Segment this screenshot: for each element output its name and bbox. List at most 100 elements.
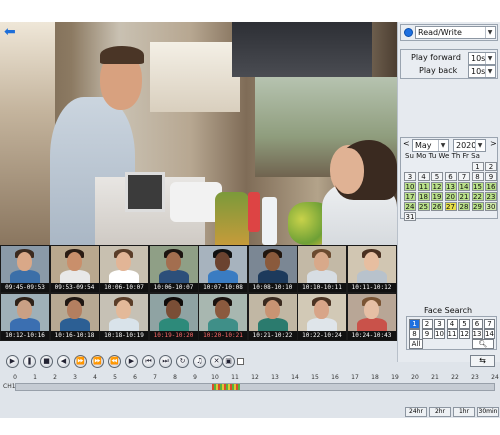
face-thumbnail[interactable]: 10:06-10:07: [149, 246, 198, 292]
calendar-day[interactable]: 12: [431, 182, 443, 191]
play-back-dropdown[interactable]: 10s ▼: [468, 65, 496, 78]
calendar-day[interactable]: 13: [444, 182, 457, 191]
sync-icon[interactable]: ↻: [176, 355, 189, 368]
timeline-range-button[interactable]: 1hr: [453, 407, 475, 417]
mode-dropdown[interactable]: Read/Write ▼: [415, 26, 496, 39]
face-search-number-button[interactable]: 3: [434, 319, 445, 329]
magnifier-icon[interactable]: 🔍︎: [472, 339, 494, 349]
timeline-tick-label: 21: [431, 374, 439, 381]
face-search-number-button[interactable]: 10: [434, 329, 445, 339]
calendar-day[interactable]: 31: [404, 212, 416, 221]
face-search-number-button[interactable]: 7: [484, 319, 495, 329]
calendar-day[interactable]: 26: [431, 202, 443, 211]
mode-radio[interactable]: [404, 28, 413, 37]
face-search-number-button[interactable]: 14: [484, 329, 495, 339]
face-thumbnail[interactable]: 10:08-10:10: [248, 246, 297, 292]
thumbnail-time: 10:19-10:20: [149, 331, 198, 340]
face-thumbnail[interactable]: 10:10-10:11: [298, 246, 346, 292]
calendar-day[interactable]: 11: [417, 182, 430, 191]
year-dropdown[interactable]: 2020 ▼: [453, 139, 486, 152]
calendar-day[interactable]: 9: [485, 172, 497, 181]
calendar-day[interactable]: 7: [458, 172, 470, 181]
face-search-all-button[interactable]: All: [409, 339, 423, 349]
play-forward-value: 10s: [471, 54, 486, 63]
calendar-prev-button[interactable]: <: [403, 139, 410, 148]
calendar-day[interactable]: 4: [417, 172, 430, 181]
timeline-range-button[interactable]: 30min: [477, 407, 499, 417]
calendar-day[interactable]: 16: [485, 182, 497, 191]
previous-icon[interactable]: ⏮: [142, 355, 155, 368]
calendar-next-button[interactable]: >: [490, 139, 497, 148]
step-forward-icon[interactable]: ▶: [125, 355, 138, 368]
face-thumbnail[interactable]: 10:12-10:16: [1, 294, 49, 340]
calendar-day[interactable]: 22: [471, 192, 484, 201]
face-thumbnail[interactable]: 10:20-10:21: [199, 294, 247, 340]
calendar-day[interactable]: 10: [404, 182, 416, 191]
face-search-number-button[interactable]: 1: [409, 319, 420, 329]
face-thumbnail[interactable]: 10:18-10:19: [100, 294, 148, 340]
face-thumbnail[interactable]: 09:45-09:53: [1, 246, 49, 292]
calendar-day[interactable]: 2: [485, 162, 497, 171]
calendar-day[interactable]: 8: [471, 172, 484, 181]
calendar-day[interactable]: 3: [404, 172, 416, 181]
rewind-icon[interactable]: ⏪: [108, 355, 121, 368]
calendar-day[interactable]: 18: [417, 192, 430, 201]
calendar-day[interactable]: 24: [404, 202, 416, 211]
play-forward-dropdown[interactable]: 10s ▼: [468, 52, 496, 65]
option-checkbox[interactable]: [237, 358, 244, 365]
fast-forward-icon[interactable]: ⏩: [91, 355, 104, 368]
recording-segment[interactable]: [212, 384, 240, 390]
thumbnail-image: [248, 294, 297, 333]
calendar-day[interactable]: 5: [431, 172, 443, 181]
calendar-day[interactable]: 30: [485, 202, 497, 211]
stop-icon[interactable]: ■: [40, 355, 53, 368]
calendar-day[interactable]: 27: [444, 202, 457, 211]
play-icon[interactable]: ▶: [6, 355, 19, 368]
next-icon[interactable]: ⏭: [159, 355, 172, 368]
timeline-range-button[interactable]: 2hr: [429, 407, 451, 417]
face-search-number-button[interactable]: 5: [459, 319, 470, 329]
face-thumbnail[interactable]: 10:21-10:22: [248, 294, 297, 340]
zoom-button[interactable]: ⇆: [470, 355, 495, 367]
face-search-number-button[interactable]: 2: [421, 319, 433, 329]
calendar-day[interactable]: 25: [417, 202, 430, 211]
calendar-day[interactable]: 1: [471, 162, 484, 171]
face-search-number-button[interactable]: 11: [446, 329, 458, 339]
back-arrow-icon[interactable]: ⬅: [4, 25, 26, 39]
timeline-range-button[interactable]: 24hr: [405, 407, 427, 417]
face-search-number-button[interactable]: 8: [409, 329, 420, 339]
timeline-track[interactable]: [15, 383, 495, 391]
slow-icon[interactable]: ⏩: [74, 355, 87, 368]
calendar-day[interactable]: 29: [471, 202, 484, 211]
calendar-day[interactable]: 20: [444, 192, 457, 201]
face-thumbnail[interactable]: 10:11-10:12: [347, 246, 396, 292]
timeline-tick-label: 24: [491, 374, 499, 381]
calendar-day[interactable]: 28: [458, 202, 470, 211]
face-thumbnail[interactable]: 10:19-10:20: [149, 294, 198, 340]
calendar-day[interactable]: 15: [471, 182, 484, 191]
month-dropdown[interactable]: May ▼: [412, 139, 449, 152]
snapshot-icon[interactable]: ▣: [222, 355, 235, 368]
calendar-day[interactable]: 21: [458, 192, 470, 201]
face-search-number-button[interactable]: 12: [459, 329, 470, 339]
face-thumbnail[interactable]: 09:53-09:54: [50, 246, 99, 292]
calendar-day[interactable]: 6: [444, 172, 457, 181]
milk-bottle: [262, 197, 277, 245]
volume-icon[interactable]: ♫: [193, 355, 206, 368]
pause-icon[interactable]: ❚: [23, 355, 36, 368]
calendar-day[interactable]: 19: [431, 192, 443, 201]
calendar-day[interactable]: 14: [458, 182, 470, 191]
face-search-number-button[interactable]: 4: [446, 319, 458, 329]
face-thumbnail[interactable]: 10:06-10:07: [100, 246, 148, 292]
face-thumbnail[interactable]: 10:22-10:24: [298, 294, 346, 340]
face-search-number-button[interactable]: 6: [471, 319, 483, 329]
reverse-play-icon[interactable]: ◀: [57, 355, 70, 368]
calendar-day[interactable]: 17: [404, 192, 416, 201]
main-video-view[interactable]: ⬅: [0, 22, 397, 245]
face-search-number-button[interactable]: 13: [471, 329, 483, 339]
face-thumbnail[interactable]: 10:07-10:08: [199, 246, 247, 292]
face-search-number-button[interactable]: 9: [421, 329, 433, 339]
face-thumbnail[interactable]: 10:24-10:43: [347, 294, 396, 340]
calendar-day[interactable]: 23: [485, 192, 497, 201]
face-thumbnail[interactable]: 10:16-10:18: [50, 294, 99, 340]
